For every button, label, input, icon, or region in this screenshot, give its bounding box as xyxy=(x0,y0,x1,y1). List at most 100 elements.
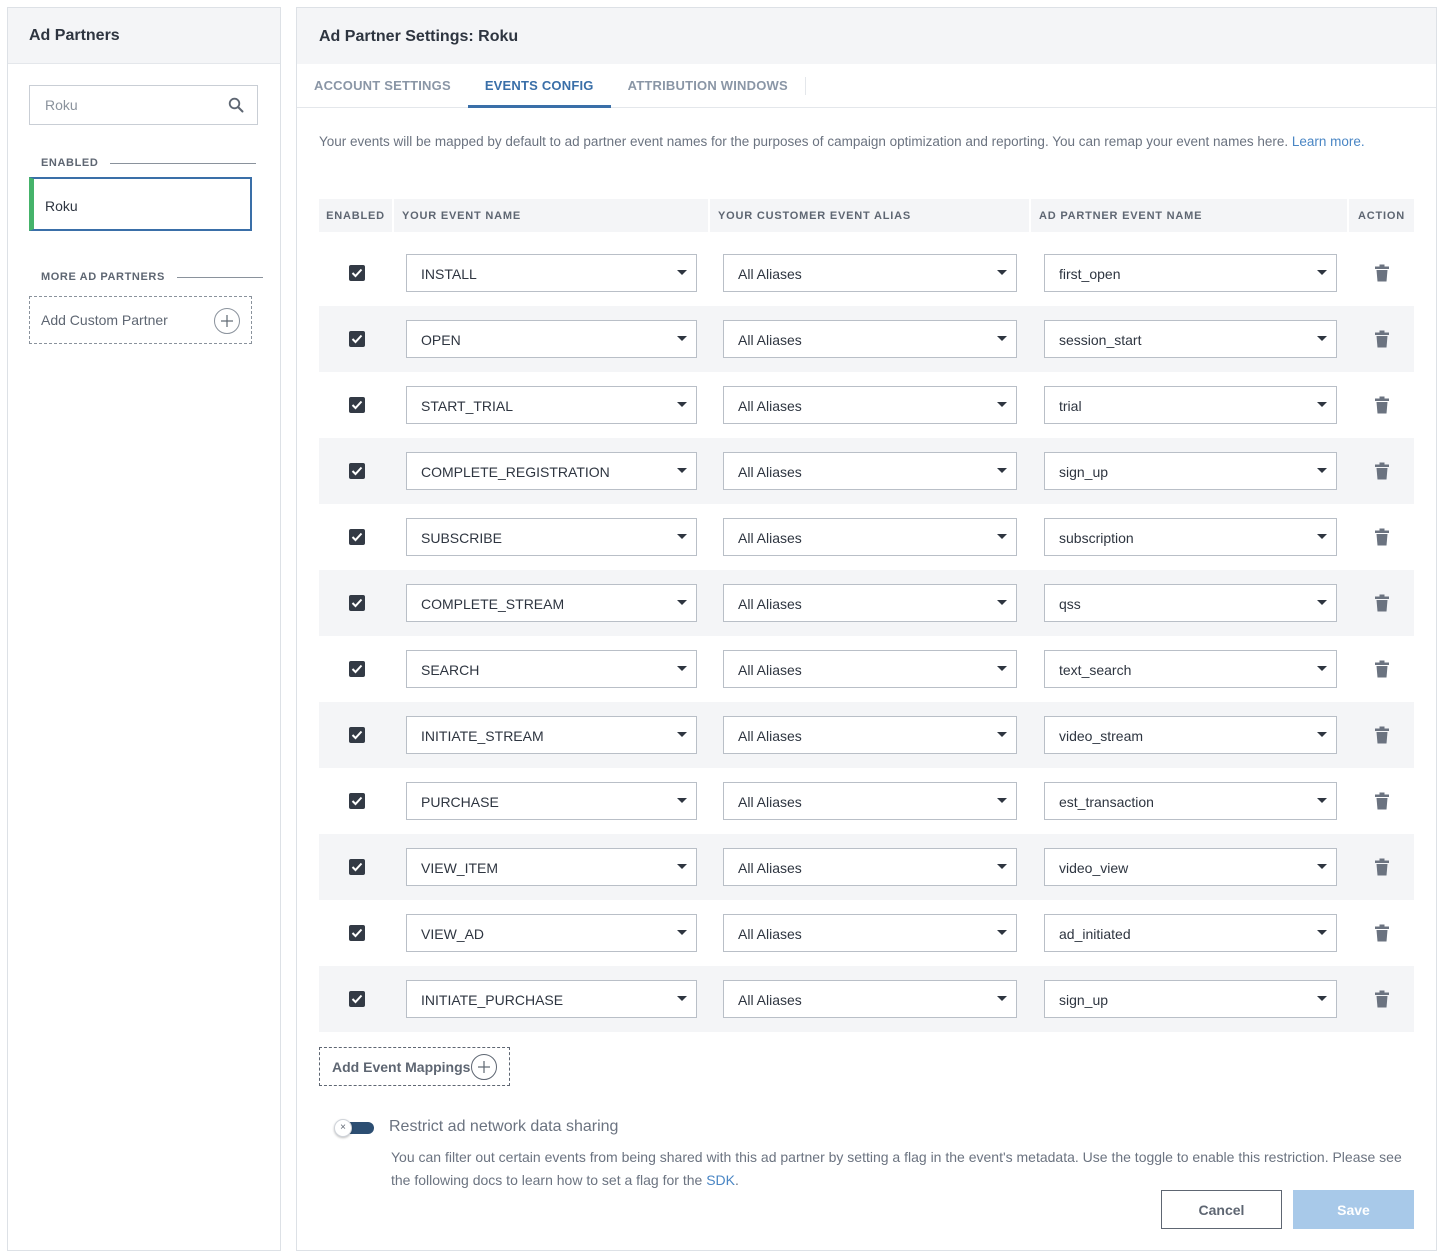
enabled-checkbox[interactable] xyxy=(349,859,365,875)
partner-search-input[interactable] xyxy=(30,86,210,124)
trash-icon[interactable] xyxy=(1374,594,1390,612)
event-name-select[interactable]: COMPLETE_STREAM xyxy=(406,584,697,622)
partner-search-box[interactable] xyxy=(29,85,258,125)
tab-events-config[interactable]: EVENTS CONFIG xyxy=(467,64,611,108)
tab-account-settings[interactable]: ACCOUNT SETTINGS xyxy=(297,64,468,108)
trash-icon[interactable] xyxy=(1374,990,1390,1008)
partner-event-select[interactable]: sign_up xyxy=(1044,980,1337,1018)
customer-alias-value: All Aliases xyxy=(738,266,802,282)
partner-event-value: est_transaction xyxy=(1059,794,1154,810)
checkmark-icon xyxy=(351,862,363,872)
partner-event-select[interactable]: first_open xyxy=(1044,254,1337,292)
customer-alias-select[interactable]: All Aliases xyxy=(723,320,1017,358)
checkmark-icon xyxy=(351,796,363,806)
event-name-select[interactable]: COMPLETE_REGISTRATION xyxy=(406,452,697,490)
settings-tabs: ACCOUNT SETTINGS EVENTS CONFIG ATTRIBUTI… xyxy=(297,64,1436,108)
caret-down-icon xyxy=(997,996,1007,1001)
enabled-checkbox[interactable] xyxy=(349,793,365,809)
customer-alias-value: All Aliases xyxy=(738,728,802,744)
trash-icon[interactable] xyxy=(1374,792,1390,810)
trash-icon[interactable] xyxy=(1374,660,1390,678)
customer-alias-select[interactable]: All Aliases xyxy=(723,584,1017,622)
table-row: INITIATE_PURCHASE All Aliases sign_up xyxy=(319,966,1414,1032)
add-custom-partner-button[interactable]: Add Custom Partner xyxy=(29,296,252,344)
trash-icon[interactable] xyxy=(1374,264,1390,282)
customer-alias-select[interactable]: All Aliases xyxy=(723,716,1017,754)
search-icon[interactable] xyxy=(228,97,244,113)
customer-alias-select[interactable]: All Aliases xyxy=(723,518,1017,556)
partner-event-select[interactable]: qss xyxy=(1044,584,1337,622)
trash-icon[interactable] xyxy=(1374,858,1390,876)
tab-attribution-windows[interactable]: ATTRIBUTION WINDOWS xyxy=(611,64,805,108)
add-event-mappings-button[interactable]: Add Event Mappings xyxy=(319,1047,510,1086)
trash-icon[interactable] xyxy=(1374,462,1390,480)
trash-icon[interactable] xyxy=(1374,396,1390,414)
more-partners-section-label: MORE AD PARTNERS xyxy=(41,271,263,283)
partner-event-value: trial xyxy=(1059,398,1082,414)
partner-event-select[interactable]: sign_up xyxy=(1044,452,1337,490)
partner-event-select[interactable]: video_view xyxy=(1044,848,1337,886)
event-name-select[interactable]: SEARCH xyxy=(406,650,697,688)
event-name-select[interactable]: OPEN xyxy=(406,320,697,358)
restrict-sharing-toggle[interactable]: × xyxy=(334,1119,376,1137)
enabled-checkbox[interactable] xyxy=(349,595,365,611)
enabled-checkbox[interactable] xyxy=(349,991,365,1007)
cancel-button[interactable]: Cancel xyxy=(1161,1190,1282,1229)
event-name-select[interactable]: START_TRIAL xyxy=(406,386,697,424)
event-name-select[interactable]: VIEW_ITEM xyxy=(406,848,697,886)
enabled-checkbox[interactable] xyxy=(349,463,365,479)
customer-alias-select[interactable]: All Aliases xyxy=(723,650,1017,688)
customer-alias-select[interactable]: All Aliases xyxy=(723,848,1017,886)
enabled-checkbox[interactable] xyxy=(349,661,365,677)
partner-event-select[interactable]: subscription xyxy=(1044,518,1337,556)
save-button[interactable]: Save xyxy=(1293,1190,1414,1229)
customer-alias-select[interactable]: All Aliases xyxy=(723,386,1017,424)
customer-alias-value: All Aliases xyxy=(738,398,802,414)
partner-item-roku[interactable]: Roku xyxy=(29,177,252,231)
enabled-checkbox[interactable] xyxy=(349,925,365,941)
trash-icon[interactable] xyxy=(1374,924,1390,942)
partner-event-select[interactable]: text_search xyxy=(1044,650,1337,688)
caret-down-icon xyxy=(677,930,687,935)
event-name-value: SEARCH xyxy=(421,662,480,678)
customer-alias-value: All Aliases xyxy=(738,860,802,876)
enabled-checkbox[interactable] xyxy=(349,727,365,743)
enabled-checkbox[interactable] xyxy=(349,529,365,545)
customer-alias-select[interactable]: All Aliases xyxy=(723,980,1017,1018)
intro-text: Your events will be mapped by default to… xyxy=(319,134,1365,149)
event-name-select[interactable]: INITIATE_STREAM xyxy=(406,716,697,754)
enabled-checkbox[interactable] xyxy=(349,397,365,413)
add-custom-partner-label: Add Custom Partner xyxy=(41,312,168,328)
sdk-link[interactable]: SDK xyxy=(706,1172,735,1188)
enabled-checkbox[interactable] xyxy=(349,331,365,347)
event-name-select[interactable]: INSTALL xyxy=(406,254,697,292)
partner-event-select[interactable]: est_transaction xyxy=(1044,782,1337,820)
partner-event-select[interactable]: trial xyxy=(1044,386,1337,424)
caret-down-icon xyxy=(997,666,1007,671)
caret-down-icon xyxy=(1317,534,1327,539)
caret-down-icon xyxy=(1317,732,1327,737)
customer-alias-select[interactable]: All Aliases xyxy=(723,914,1017,952)
trash-icon[interactable] xyxy=(1374,330,1390,348)
partner-event-select[interactable]: video_stream xyxy=(1044,716,1337,754)
trash-icon[interactable] xyxy=(1374,528,1390,546)
event-name-select[interactable]: INITIATE_PURCHASE xyxy=(406,980,697,1018)
enabled-checkbox[interactable] xyxy=(349,265,365,281)
customer-alias-select[interactable]: All Aliases xyxy=(723,254,1017,292)
customer-alias-select[interactable]: All Aliases xyxy=(723,452,1017,490)
caret-down-icon xyxy=(997,930,1007,935)
table-row: SEARCH All Aliases text_search xyxy=(319,636,1414,702)
trash-icon[interactable] xyxy=(1374,726,1390,744)
customer-alias-value: All Aliases xyxy=(738,992,802,1008)
partner-event-value: video_stream xyxy=(1059,728,1144,744)
caret-down-icon xyxy=(997,270,1007,275)
caret-down-icon xyxy=(677,600,687,605)
event-name-select[interactable]: VIEW_AD xyxy=(406,914,697,952)
event-name-select[interactable]: PURCHASE xyxy=(406,782,697,820)
customer-alias-select[interactable]: All Aliases xyxy=(723,782,1017,820)
divider xyxy=(110,162,257,164)
event-name-select[interactable]: SUBSCRIBE xyxy=(406,518,697,556)
learn-more-link[interactable]: Learn more. xyxy=(1292,134,1365,149)
partner-event-select[interactable]: session_start xyxy=(1044,320,1337,358)
partner-event-select[interactable]: ad_initiated xyxy=(1044,914,1337,952)
